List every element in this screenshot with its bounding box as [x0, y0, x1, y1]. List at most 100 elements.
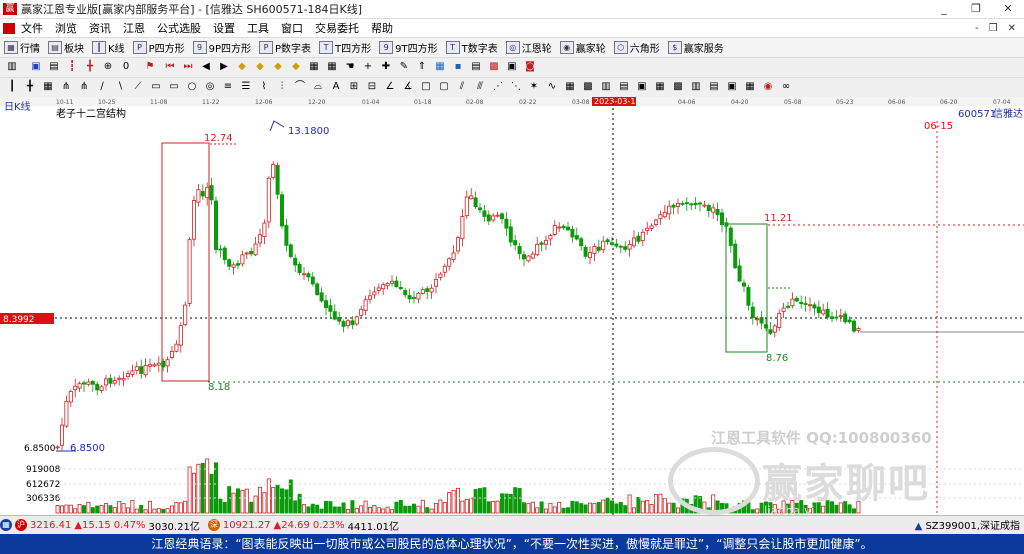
app-menu-icon[interactable]	[3, 22, 15, 34]
toolbar-t-square-button[interactable]: T T四方形	[319, 40, 371, 55]
square-icon[interactable]: ▢	[438, 81, 450, 93]
ruler-icon[interactable]: ⊞	[348, 81, 360, 93]
trend-line-icon[interactable]: ∖	[114, 81, 126, 93]
bar-icon[interactable]: ┇	[66, 61, 78, 73]
menu-help[interactable]: 帮助	[371, 20, 393, 36]
color-icon[interactable]: ◉	[762, 81, 774, 93]
cross-icon[interactable]: +	[362, 61, 374, 73]
sz-index-status[interactable]: 深 10921.27 ▲24.69 0.23% 4411.01亿	[207, 518, 399, 533]
prev-icon[interactable]: ◀	[200, 61, 212, 73]
grid-icon[interactable]: ▦	[434, 61, 446, 73]
layout-icon[interactable]: ▥	[6, 61, 18, 73]
calendar-icon[interactable]: ▤	[470, 61, 482, 73]
tool-icon[interactable]: ▣	[506, 61, 518, 73]
close-button[interactable]: ✕	[992, 0, 1024, 18]
zero-icon[interactable]: 0	[120, 61, 132, 73]
flag-icon[interactable]: ⚑	[144, 61, 156, 73]
cross-line-icon[interactable]: ╋	[24, 81, 36, 93]
menu-browse[interactable]: 浏览	[55, 20, 77, 36]
fib-icon[interactable]: ☰	[240, 81, 252, 93]
square-icon[interactable]: □	[420, 81, 432, 93]
toolbar-t-table-button[interactable]: T T数字表	[445, 40, 498, 55]
fib-icon[interactable]: ≡	[222, 81, 234, 93]
grid-icon[interactable]: ▥	[690, 81, 702, 93]
toolbar-quotes-button[interactable]: ▦ 行情	[4, 40, 40, 55]
circle-icon[interactable]: ○	[186, 81, 198, 93]
toolbar-sector-button[interactable]: ▤ 板块	[48, 40, 84, 55]
chart-type-icon[interactable]: ▣	[30, 61, 42, 73]
menu-tools[interactable]: 工具	[247, 20, 269, 36]
marker-icon[interactable]: ⊕	[102, 61, 114, 73]
next-icon[interactable]: ▶	[218, 61, 230, 73]
grid-icon[interactable]: ▦	[744, 81, 756, 93]
cycle-icon[interactable]: ⫶	[276, 81, 288, 93]
toolbar-kline-button[interactable]: ┃ K线	[92, 40, 125, 55]
table-icon[interactable]: ▤	[48, 61, 60, 73]
chart-icon[interactable]: ▩	[488, 61, 500, 73]
grid-icon[interactable]: ▦	[654, 81, 666, 93]
mdi-minimize-button[interactable]: -	[975, 23, 979, 34]
menu-window[interactable]: 窗口	[281, 20, 303, 36]
sz-code-status[interactable]: ▲ SZ399001,深证成指	[915, 517, 1020, 532]
save-icon[interactable]: ▪	[452, 61, 464, 73]
gann-fan-icon[interactable]: ⋰	[492, 81, 504, 93]
cycle-icon[interactable]: ⌇	[258, 81, 270, 93]
gann-fan-icon[interactable]: ⋱	[510, 81, 522, 93]
angle-icon[interactable]: ∠	[384, 81, 396, 93]
fork-icon[interactable]: ⋔	[60, 81, 72, 93]
grid-icon[interactable]: ▥	[600, 81, 612, 93]
toolbar-p-table-button[interactable]: P P数字表	[259, 40, 311, 55]
text-icon[interactable]: A	[330, 81, 342, 93]
menu-info[interactable]: 资讯	[89, 20, 111, 36]
hand-icon[interactable]: ☚	[344, 61, 356, 73]
menu-file[interactable]: 文件	[21, 20, 43, 36]
arc-icon[interactable]: ⌒	[294, 81, 306, 93]
grid-icon[interactable]: ▦	[326, 61, 338, 73]
mdi-close-button[interactable]: ✕	[1008, 23, 1016, 34]
grid-icon[interactable]: ▩	[672, 81, 684, 93]
last-icon[interactable]: ⏭	[182, 61, 194, 73]
candle-icon[interactable]: ╋	[84, 61, 96, 73]
arc-icon[interactable]: ⌓	[312, 81, 324, 93]
toolbar-winner-wheel-button[interactable]: ◉ 赢家轮	[559, 40, 606, 55]
toolbar-9p-square-button[interactable]: 9 9P四方形	[192, 40, 251, 55]
mdi-restore-button[interactable]: ❐	[989, 23, 998, 34]
fork-icon[interactable]: ⋔	[78, 81, 90, 93]
toolbar-p-square-button[interactable]: P P四方形	[132, 40, 185, 55]
trend-line-icon[interactable]: ∕	[96, 81, 108, 93]
ruler-icon[interactable]: ⊟	[366, 81, 378, 93]
minimize-button[interactable]: _	[928, 0, 960, 18]
maximize-button[interactable]: ❐	[960, 0, 992, 18]
menu-gann[interactable]: 江恩	[123, 20, 145, 36]
grid-icon[interactable]: ▦	[42, 81, 54, 93]
chart-icon[interactable]: ◙	[524, 61, 536, 73]
diamond-icon[interactable]: ◆	[236, 61, 248, 73]
toolbar-gann-wheel-button[interactable]: ◎ 江恩轮	[505, 40, 552, 55]
sine-icon[interactable]: ∿	[546, 81, 558, 93]
grid-icon[interactable]: ▤	[618, 81, 630, 93]
channel-icon[interactable]: ⫽	[456, 81, 468, 93]
box-icon[interactable]: ▭	[168, 81, 180, 93]
menu-formula[interactable]: 公式选股	[157, 20, 201, 36]
grid-icon[interactable]: ▦	[564, 81, 576, 93]
toolbar-9t-square-button[interactable]: 9 9T四方形	[379, 40, 438, 55]
diamond-icon[interactable]: ◆	[290, 61, 302, 73]
vertical-line-icon[interactable]: ┃	[6, 81, 18, 93]
pen-icon[interactable]: ✎	[398, 61, 410, 73]
box-icon[interactable]: ▭	[150, 81, 162, 93]
crosshair-icon[interactable]: ✚	[380, 61, 392, 73]
channel-icon[interactable]: ⫻	[474, 81, 486, 93]
angle-icon[interactable]: ∡	[402, 81, 414, 93]
grid-icon[interactable]: ▣	[726, 81, 738, 93]
grid-icon[interactable]: ▩	[582, 81, 594, 93]
menu-trade[interactable]: 交易委托	[315, 20, 359, 36]
diamond-icon[interactable]: ◆	[272, 61, 284, 73]
diamond-icon[interactable]: ◆	[254, 61, 266, 73]
grid-icon[interactable]: ▤	[708, 81, 720, 93]
arrow-up-icon[interactable]: ⇑	[416, 61, 428, 73]
sh-index-status[interactable]: ▦ 沪 3216.41 ▲15.15 0.47% 3030.21亿	[0, 518, 200, 533]
toolbar-service-button[interactable]: $ 赢家服务	[667, 40, 724, 55]
grid-icon[interactable]: ▦	[308, 61, 320, 73]
grid-icon[interactable]: ▣	[636, 81, 648, 93]
first-icon[interactable]: ⏮	[164, 61, 176, 73]
